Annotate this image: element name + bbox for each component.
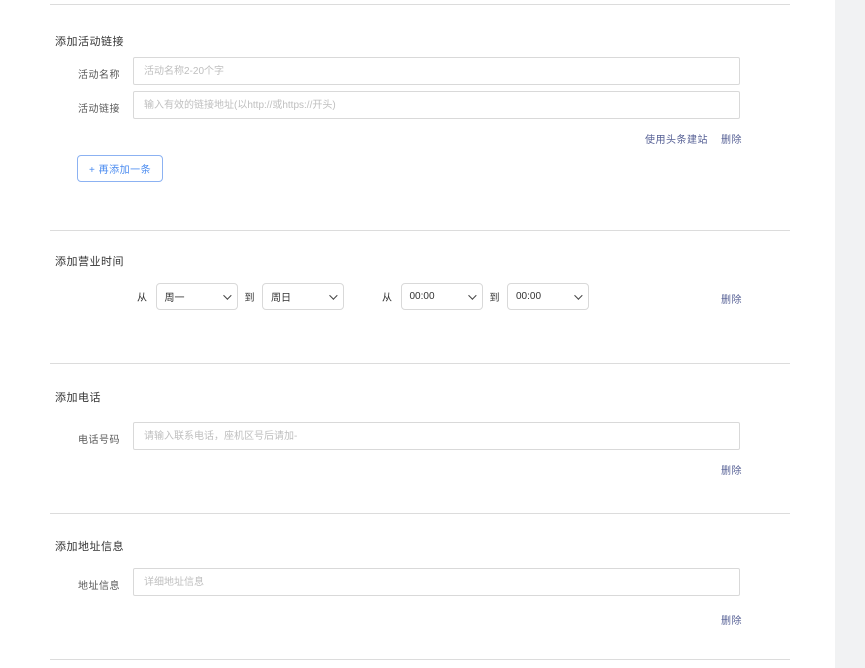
day-to-label: 到 — [245, 289, 256, 304]
add-another-item-button[interactable]: + 再添加一条 — [77, 155, 163, 182]
page-background-strip — [835, 0, 865, 668]
time-to-label: 到 — [490, 289, 501, 304]
chevron-down-icon — [223, 291, 231, 299]
activity-url-input[interactable] — [133, 91, 740, 119]
section-title-business-hours: 添加营业时间 — [55, 253, 124, 269]
section-title-address: 添加地址信息 — [55, 538, 124, 554]
day-to-select[interactable]: 周日 — [262, 283, 344, 310]
section-divider — [50, 4, 790, 5]
day-from-select[interactable]: 周一 — [156, 283, 238, 310]
section-title-activity-link: 添加活动链接 — [55, 33, 124, 49]
section-divider — [50, 230, 790, 231]
day-to-value: 周日 — [271, 289, 291, 304]
section-divider — [50, 363, 790, 364]
day-from-label: 从 — [137, 289, 148, 304]
business-hours-actions: 删除 — [721, 291, 742, 306]
address-info-label: 地址信息 — [78, 577, 120, 592]
section-title-phone: 添加电话 — [55, 389, 101, 405]
delete-address-link[interactable]: 删除 — [721, 612, 742, 627]
section-divider — [50, 659, 790, 660]
business-info-form-page: 添加活动链接 活动名称 活动链接 使用头条建站 删除 + 再添加一条 添加营业时… — [0, 0, 865, 668]
day-from-value: 周一 — [165, 289, 185, 304]
activity-name-input[interactable] — [133, 57, 740, 85]
activity-name-label: 活动名称 — [78, 66, 120, 81]
delete-activity-link[interactable]: 删除 — [721, 131, 742, 146]
phone-number-input[interactable] — [133, 422, 740, 450]
phone-number-label: 电话号码 — [78, 431, 120, 446]
time-from-label: 从 — [382, 289, 393, 304]
phone-actions: 删除 — [721, 462, 742, 477]
activity-link-actions: 使用头条建站 删除 — [645, 131, 742, 146]
time-from-value: 00:00 — [410, 291, 435, 302]
business-hours-row: 从 周一 到 周日 从 00:00 到 00:00 — [137, 283, 589, 310]
time-from-select[interactable]: 00:00 — [401, 283, 483, 310]
chevron-down-icon — [468, 291, 476, 299]
time-to-value: 00:00 — [516, 291, 541, 302]
chevron-down-icon — [574, 291, 582, 299]
delete-phone-link[interactable]: 删除 — [721, 462, 742, 477]
use-toutiao-sitebuilder-link[interactable]: 使用头条建站 — [645, 131, 708, 146]
chevron-down-icon — [329, 291, 337, 299]
delete-business-hours-link[interactable]: 删除 — [721, 291, 742, 306]
address-info-input[interactable] — [133, 568, 740, 596]
address-actions: 删除 — [721, 612, 742, 627]
section-divider — [50, 513, 790, 514]
activity-url-label: 活动链接 — [78, 100, 120, 115]
time-to-select[interactable]: 00:00 — [507, 283, 589, 310]
